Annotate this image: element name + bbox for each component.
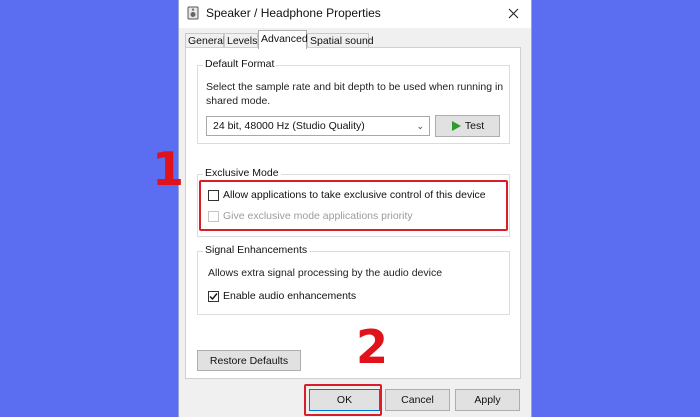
tab-levels[interactable]: Levels [224, 33, 258, 48]
tab-general[interactable]: General [185, 33, 225, 48]
step-1-label: 1 [152, 142, 185, 196]
cancel-button[interactable]: Cancel [385, 389, 450, 411]
signal-enhancements-title: Signal Enhancements [203, 244, 310, 256]
default-format-description: Select the sample rate and bit depth to … [206, 81, 504, 107]
tab-advanced[interactable]: Advanced [258, 30, 308, 49]
sample-rate-selected: 24 bit, 48000 Hz (Studio Quality) [213, 120, 365, 132]
sample-rate-dropdown[interactable]: 24 bit, 48000 Hz (Studio Quality) ⌄ [206, 116, 430, 136]
highlight-box-ok [304, 384, 382, 416]
default-format-group: Default Format Select the sample rate an… [197, 58, 510, 144]
signal-enhancements-description: Allows extra signal processing by the au… [208, 267, 443, 279]
tab-spatial-sound[interactable]: Spatial sound [307, 33, 374, 48]
test-button[interactable]: Test [435, 115, 500, 137]
enable-enhancements-label: Enable audio enhancements [223, 290, 357, 302]
window-title: Speaker / Headphone Properties [206, 6, 381, 20]
chevron-down-icon: ⌄ [416, 121, 424, 131]
close-icon [508, 8, 518, 18]
advanced-panel: Default Format Select the sample rate an… [185, 47, 521, 379]
signal-enhancements-group: Signal Enhancements Allows extra signal … [197, 244, 510, 315]
exclusive-mode-title: Exclusive Mode [203, 167, 281, 179]
enable-enhancements-row[interactable]: Enable audio enhancements [208, 290, 356, 302]
apply-button[interactable]: Apply [455, 389, 520, 411]
properties-dialog: Speaker / Headphone Properties General L… [178, 0, 532, 417]
enable-enhancements-checkbox[interactable] [208, 290, 219, 302]
checkmark-icon [209, 292, 218, 300]
play-icon [451, 121, 461, 131]
test-button-label: Test [464, 120, 485, 132]
close-button[interactable] [501, 2, 525, 24]
title-bar: Speaker / Headphone Properties [179, 0, 531, 28]
speaker-icon [187, 6, 199, 20]
default-format-title: Default Format [203, 58, 277, 70]
restore-defaults-button[interactable]: Restore Defaults [197, 350, 301, 371]
step-2-label: 2 [356, 320, 389, 374]
highlight-box-exclusive [199, 180, 508, 231]
